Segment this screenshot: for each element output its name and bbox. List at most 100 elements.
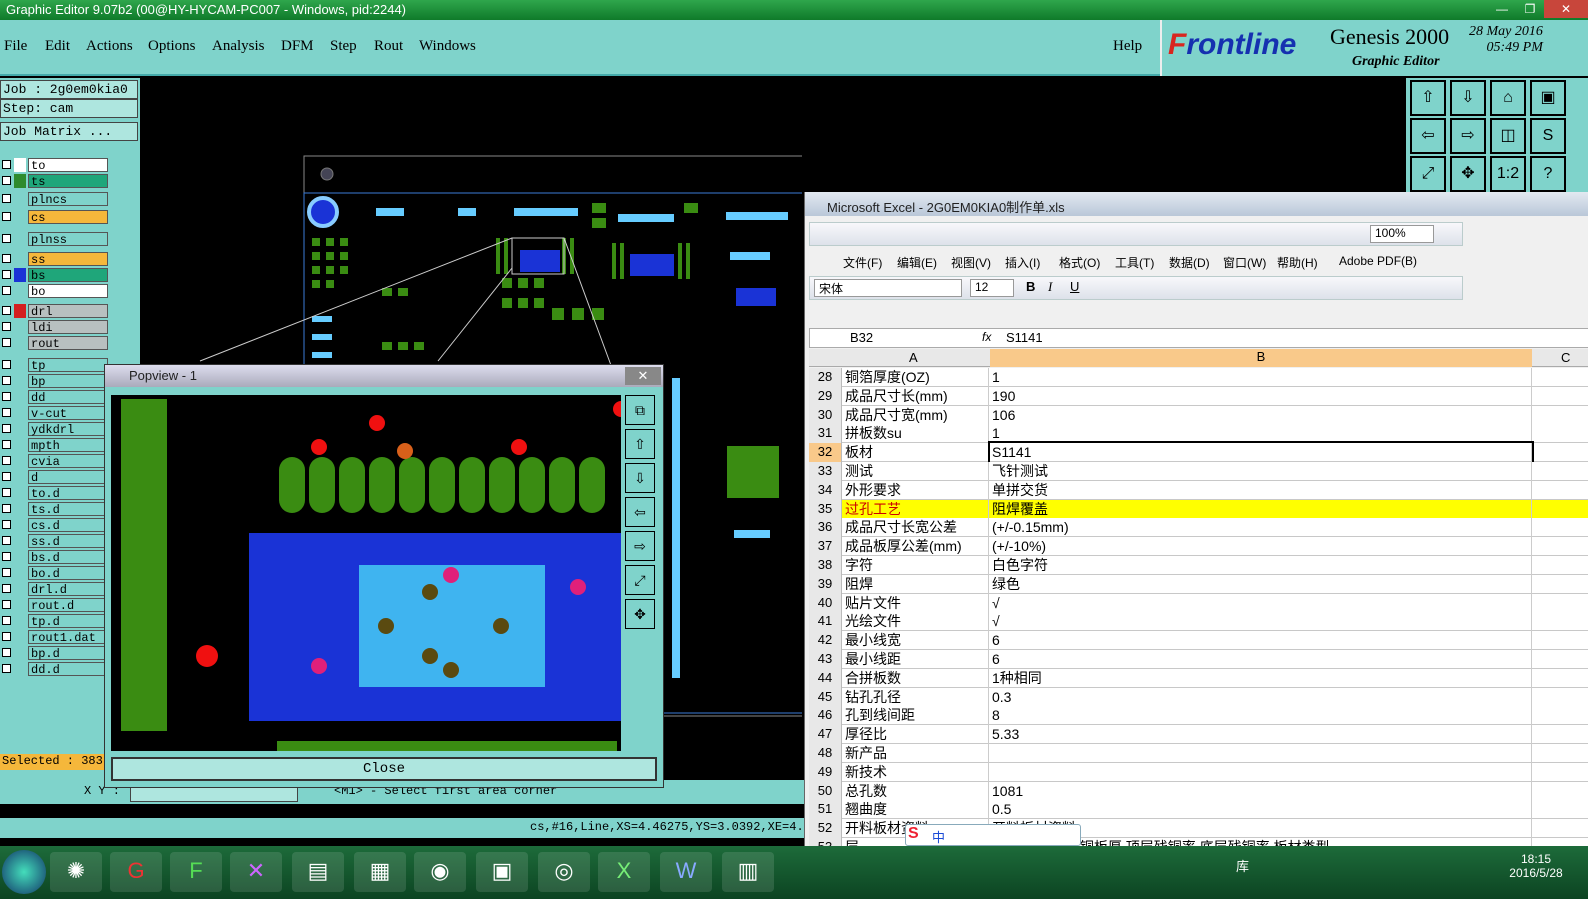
layer-row[interactable]: ss.d: [0, 534, 112, 549]
layer-row[interactable]: rout: [0, 336, 112, 351]
layer-name[interactable]: bp: [28, 374, 108, 389]
x-app-icon[interactable]: ✕: [230, 852, 282, 892]
layer-checkbox[interactable]: [2, 254, 11, 263]
home-icon[interactable]: ⌂: [1490, 80, 1526, 116]
row-number[interactable]: 30: [809, 405, 842, 425]
layer-checkbox[interactable]: [2, 408, 11, 417]
menu-actions[interactable]: Actions: [86, 38, 133, 55]
layer-row[interactable]: drl: [0, 304, 112, 319]
cell-a[interactable]: 测试: [843, 462, 989, 481]
layer-row[interactable]: d: [0, 470, 112, 485]
layer-name[interactable]: cs: [28, 210, 108, 225]
cell-a[interactable]: 拼板数su: [843, 424, 989, 444]
cell-a[interactable]: 成品板厚公差(mm): [843, 537, 989, 557]
cell-b[interactable]: 单拼交货: [990, 480, 1532, 500]
cell-b[interactable]: 5.33: [990, 725, 1532, 745]
library-label[interactable]: 库: [1236, 856, 1249, 875]
cell-a[interactable]: 合拼板数: [843, 668, 989, 688]
row-number[interactable]: 51: [809, 800, 842, 820]
popview-fit-icon[interactable]: ⤢: [625, 565, 655, 595]
row-number[interactable]: 29: [809, 386, 842, 406]
layer-name[interactable]: dd.d: [28, 662, 108, 677]
layer-name[interactable]: cvia: [28, 454, 108, 469]
row-number[interactable]: 46: [809, 706, 842, 726]
layer-checkbox[interactable]: [2, 664, 11, 673]
layer-row[interactable]: bs: [0, 268, 112, 283]
cell-a[interactable]: 外形要求: [843, 480, 989, 500]
row-number[interactable]: 45: [809, 687, 842, 707]
calculator-icon[interactable]: ▦: [354, 852, 406, 892]
cell-b[interactable]: 6: [990, 631, 1532, 651]
menu-dfm[interactable]: DFM: [281, 38, 314, 55]
cell-b[interactable]: 0.3: [990, 687, 1532, 707]
layer-name[interactable]: v-cut: [28, 406, 108, 421]
menu-analysis[interactable]: Analysis: [212, 38, 265, 55]
shell-icon[interactable]: ✺: [50, 852, 102, 892]
layer-name[interactable]: dd: [28, 390, 108, 405]
cell-a[interactable]: 新产品: [843, 744, 989, 763]
row-number[interactable]: 52: [809, 819, 842, 839]
cell-b[interactable]: 1081: [990, 781, 1532, 801]
layer-name[interactable]: rout: [28, 336, 108, 351]
row-number[interactable]: 47: [809, 725, 842, 745]
cell-b[interactable]: 阻焊覆盖: [990, 499, 1532, 519]
layer-name[interactable]: plncs: [28, 192, 108, 207]
layer-row[interactable]: cs.d: [0, 518, 112, 533]
layer-row[interactable]: ydkdrl: [0, 422, 112, 437]
row-number[interactable]: 48: [809, 744, 842, 763]
excel-menu-item[interactable]: 插入(I): [1005, 254, 1040, 271]
layer-row[interactable]: v-cut: [0, 406, 112, 421]
layer-row[interactable]: dd.d: [0, 662, 112, 677]
layer-name[interactable]: plnss: [28, 232, 108, 247]
layer-name[interactable]: d: [28, 470, 108, 485]
layer-name[interactable]: tp.d: [28, 614, 108, 629]
cell-b[interactable]: 白色字符: [990, 556, 1532, 575]
layer-checkbox[interactable]: [2, 160, 11, 169]
layer-row[interactable]: tp: [0, 358, 112, 373]
layer-row[interactable]: cs: [0, 210, 112, 225]
layer-row[interactable]: drl.d: [0, 582, 112, 597]
fit-icon[interactable]: ▣: [1530, 80, 1566, 116]
formula-input[interactable]: S1141: [1006, 330, 1043, 345]
popview-right-icon[interactable]: ⇨: [625, 531, 655, 561]
ime-mode[interactable]: 中: [932, 827, 945, 846]
row-number[interactable]: 28: [809, 368, 842, 387]
layer-name[interactable]: ldi: [28, 320, 108, 335]
cell-b[interactable]: 8: [990, 706, 1532, 726]
popview-down-icon[interactable]: ⇩: [625, 463, 655, 493]
layer-checkbox[interactable]: [2, 568, 11, 577]
cell-b[interactable]: 1: [990, 368, 1532, 387]
cell-b[interactable]: (+/-0.15mm): [990, 518, 1532, 538]
cell-a[interactable]: 成品尺寸长宽公差: [843, 518, 989, 538]
excel-menu-item[interactable]: 帮助(H): [1277, 254, 1318, 271]
layer-name[interactable]: bp.d: [28, 646, 108, 661]
layer-row[interactable]: plncs: [0, 192, 112, 207]
popview-canvas[interactable]: [111, 395, 621, 751]
layer-row[interactable]: ts.d: [0, 502, 112, 517]
layer-name[interactable]: drl: [28, 304, 108, 319]
help-icon[interactable]: ?: [1530, 156, 1566, 192]
excel-menu-item[interactable]: Adobe PDF(B): [1339, 254, 1417, 268]
layer-checkbox[interactable]: [2, 648, 11, 657]
close-window-button[interactable]: ✕: [1544, 0, 1588, 18]
layer-row[interactable]: bo: [0, 284, 112, 299]
menu-step[interactable]: Step: [330, 38, 357, 55]
cell-a[interactable]: 新技术: [843, 762, 989, 782]
menu-options[interactable]: Options: [148, 38, 196, 55]
layer-checkbox[interactable]: [2, 322, 11, 331]
layer-checkbox[interactable]: [2, 440, 11, 449]
layer-name[interactable]: drl.d: [28, 582, 108, 597]
layer-name[interactable]: bs.d: [28, 550, 108, 565]
excel-menu-item[interactable]: 窗口(W): [1223, 254, 1266, 271]
cell-a[interactable]: 字符: [843, 556, 989, 575]
redraw-icon[interactable]: S: [1530, 118, 1566, 154]
frontline-icon[interactable]: F: [170, 852, 222, 892]
menu-edit[interactable]: Edit: [45, 38, 70, 55]
cell-a[interactable]: 阻焊: [843, 574, 989, 594]
excel-menu-item[interactable]: 工具(T): [1115, 254, 1154, 271]
menu-rout[interactable]: Rout: [374, 38, 403, 55]
pan-right-icon[interactable]: ⇨: [1450, 118, 1486, 154]
menu-help[interactable]: Help: [1113, 38, 1142, 55]
layer-checkbox[interactable]: [2, 504, 11, 513]
row-number[interactable]: 41: [809, 612, 842, 632]
